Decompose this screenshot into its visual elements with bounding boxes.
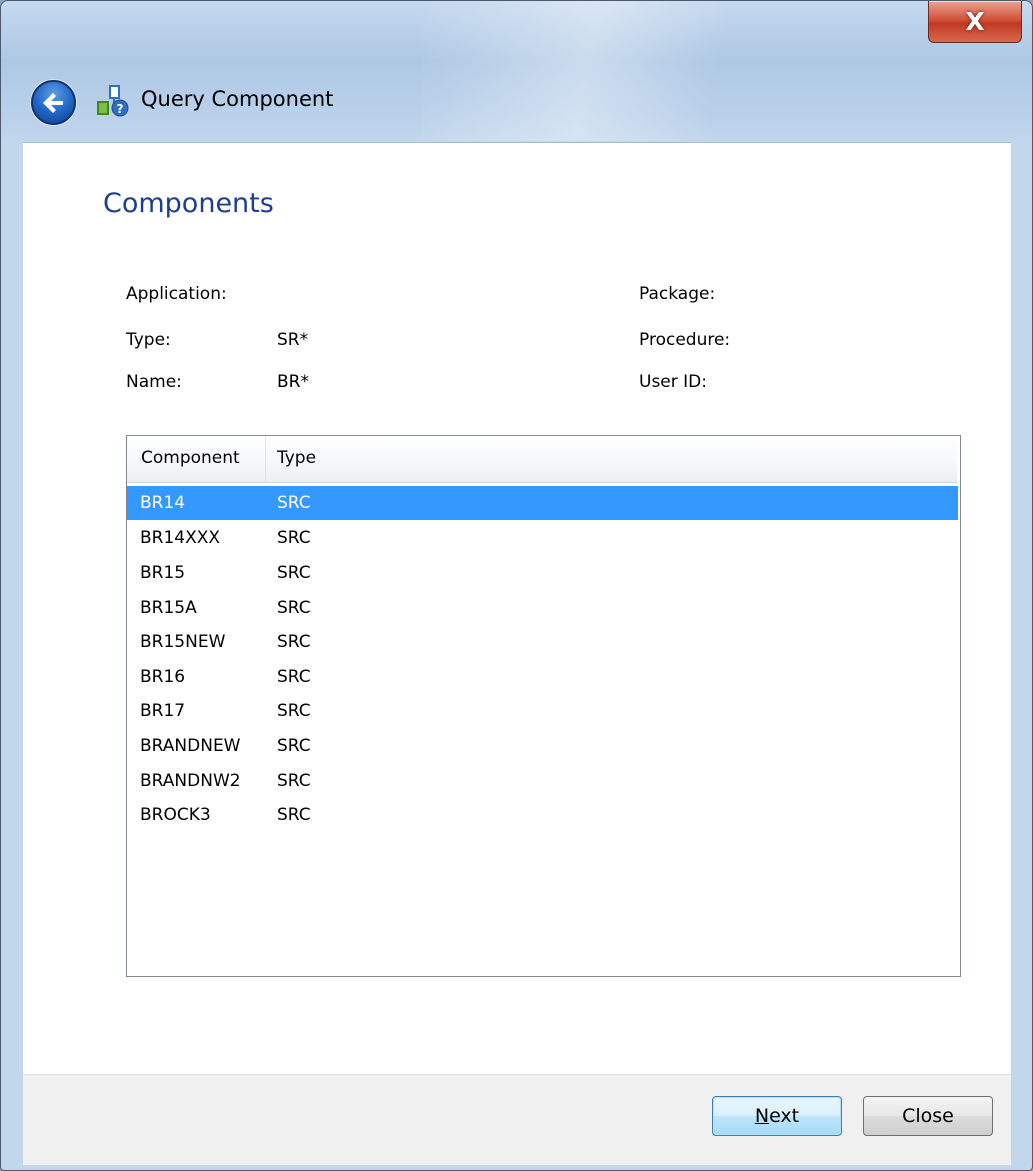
type-value: SR*: [277, 330, 309, 350]
column-divider[interactable]: [265, 436, 266, 482]
row-type: SRC: [277, 771, 311, 791]
window-title: Query Component: [141, 87, 334, 111]
list-header: Component Type: [127, 436, 957, 483]
list-row[interactable]: BR14XXX SRC: [127, 521, 958, 555]
next-label: ext: [769, 1105, 800, 1127]
row-type: SRC: [277, 563, 311, 583]
row-component: BR14: [140, 493, 186, 513]
close-button[interactable]: Close: [863, 1096, 993, 1136]
page-heading: Components: [103, 188, 274, 219]
row-component: BR15NEW: [140, 632, 226, 652]
query-component-window: X ? Query Component Components Applicati…: [0, 0, 1033, 1171]
row-component: BRANDNEW: [140, 736, 241, 756]
row-type: SRC: [277, 736, 311, 756]
list-row[interactable]: BRANDNW2 SRC: [127, 764, 958, 798]
components-list[interactable]: Component Type BR14 SRC BR14XXX SRC BR15…: [126, 435, 961, 977]
list-row[interactable]: BR16 SRC: [127, 660, 958, 694]
query-component-icon: ?: [97, 85, 129, 117]
name-value: BR*: [277, 372, 309, 392]
type-label: Type:: [126, 330, 171, 350]
user-id-label: User ID:: [639, 372, 707, 392]
name-label: Name:: [126, 372, 182, 392]
row-component: BR14XXX: [140, 528, 221, 548]
row-component: BR15: [140, 563, 186, 583]
list-row[interactable]: BR17 SRC: [127, 694, 958, 728]
next-button[interactable]: Next: [712, 1096, 842, 1136]
procedure-label: Procedure:: [639, 330, 731, 350]
back-button[interactable]: [31, 80, 76, 125]
window-close-button[interactable]: X: [928, 1, 1022, 43]
row-type: SRC: [277, 667, 311, 687]
button-bar: Next Close: [23, 1074, 1011, 1165]
content-panel: Components Application: Type: SR* Name: …: [23, 142, 1011, 1075]
svg-text:?: ?: [117, 102, 124, 116]
close-icon: X: [965, 7, 985, 36]
list-row[interactable]: BR14 SRC: [127, 486, 958, 520]
row-component: BR15A: [140, 598, 197, 618]
row-type: SRC: [277, 632, 311, 652]
list-row[interactable]: BR15A SRC: [127, 591, 958, 625]
row-component: BRANDNW2: [140, 771, 241, 791]
list-row[interactable]: BR15 SRC: [127, 556, 958, 590]
list-row[interactable]: BR15NEW SRC: [127, 625, 958, 659]
column-header-type[interactable]: Type: [277, 448, 316, 468]
column-header-component[interactable]: Component: [141, 448, 240, 468]
row-type: SRC: [277, 805, 311, 825]
next-access-key: N: [754, 1105, 770, 1127]
row-type: SRC: [277, 493, 311, 513]
titlebar-glass: [421, 1, 841, 141]
row-type: SRC: [277, 598, 311, 618]
list-row[interactable]: BROCK3 SRC: [127, 798, 958, 832]
list-row[interactable]: BRANDNEW SRC: [127, 729, 958, 763]
application-label: Application:: [126, 284, 227, 304]
row-component: BROCK3: [140, 805, 211, 825]
package-label: Package:: [639, 284, 716, 304]
row-type: SRC: [277, 528, 311, 548]
back-arrow-icon: [42, 92, 63, 113]
row-type: SRC: [277, 701, 311, 721]
row-component: BR17: [140, 701, 186, 721]
row-component: BR16: [140, 667, 186, 687]
